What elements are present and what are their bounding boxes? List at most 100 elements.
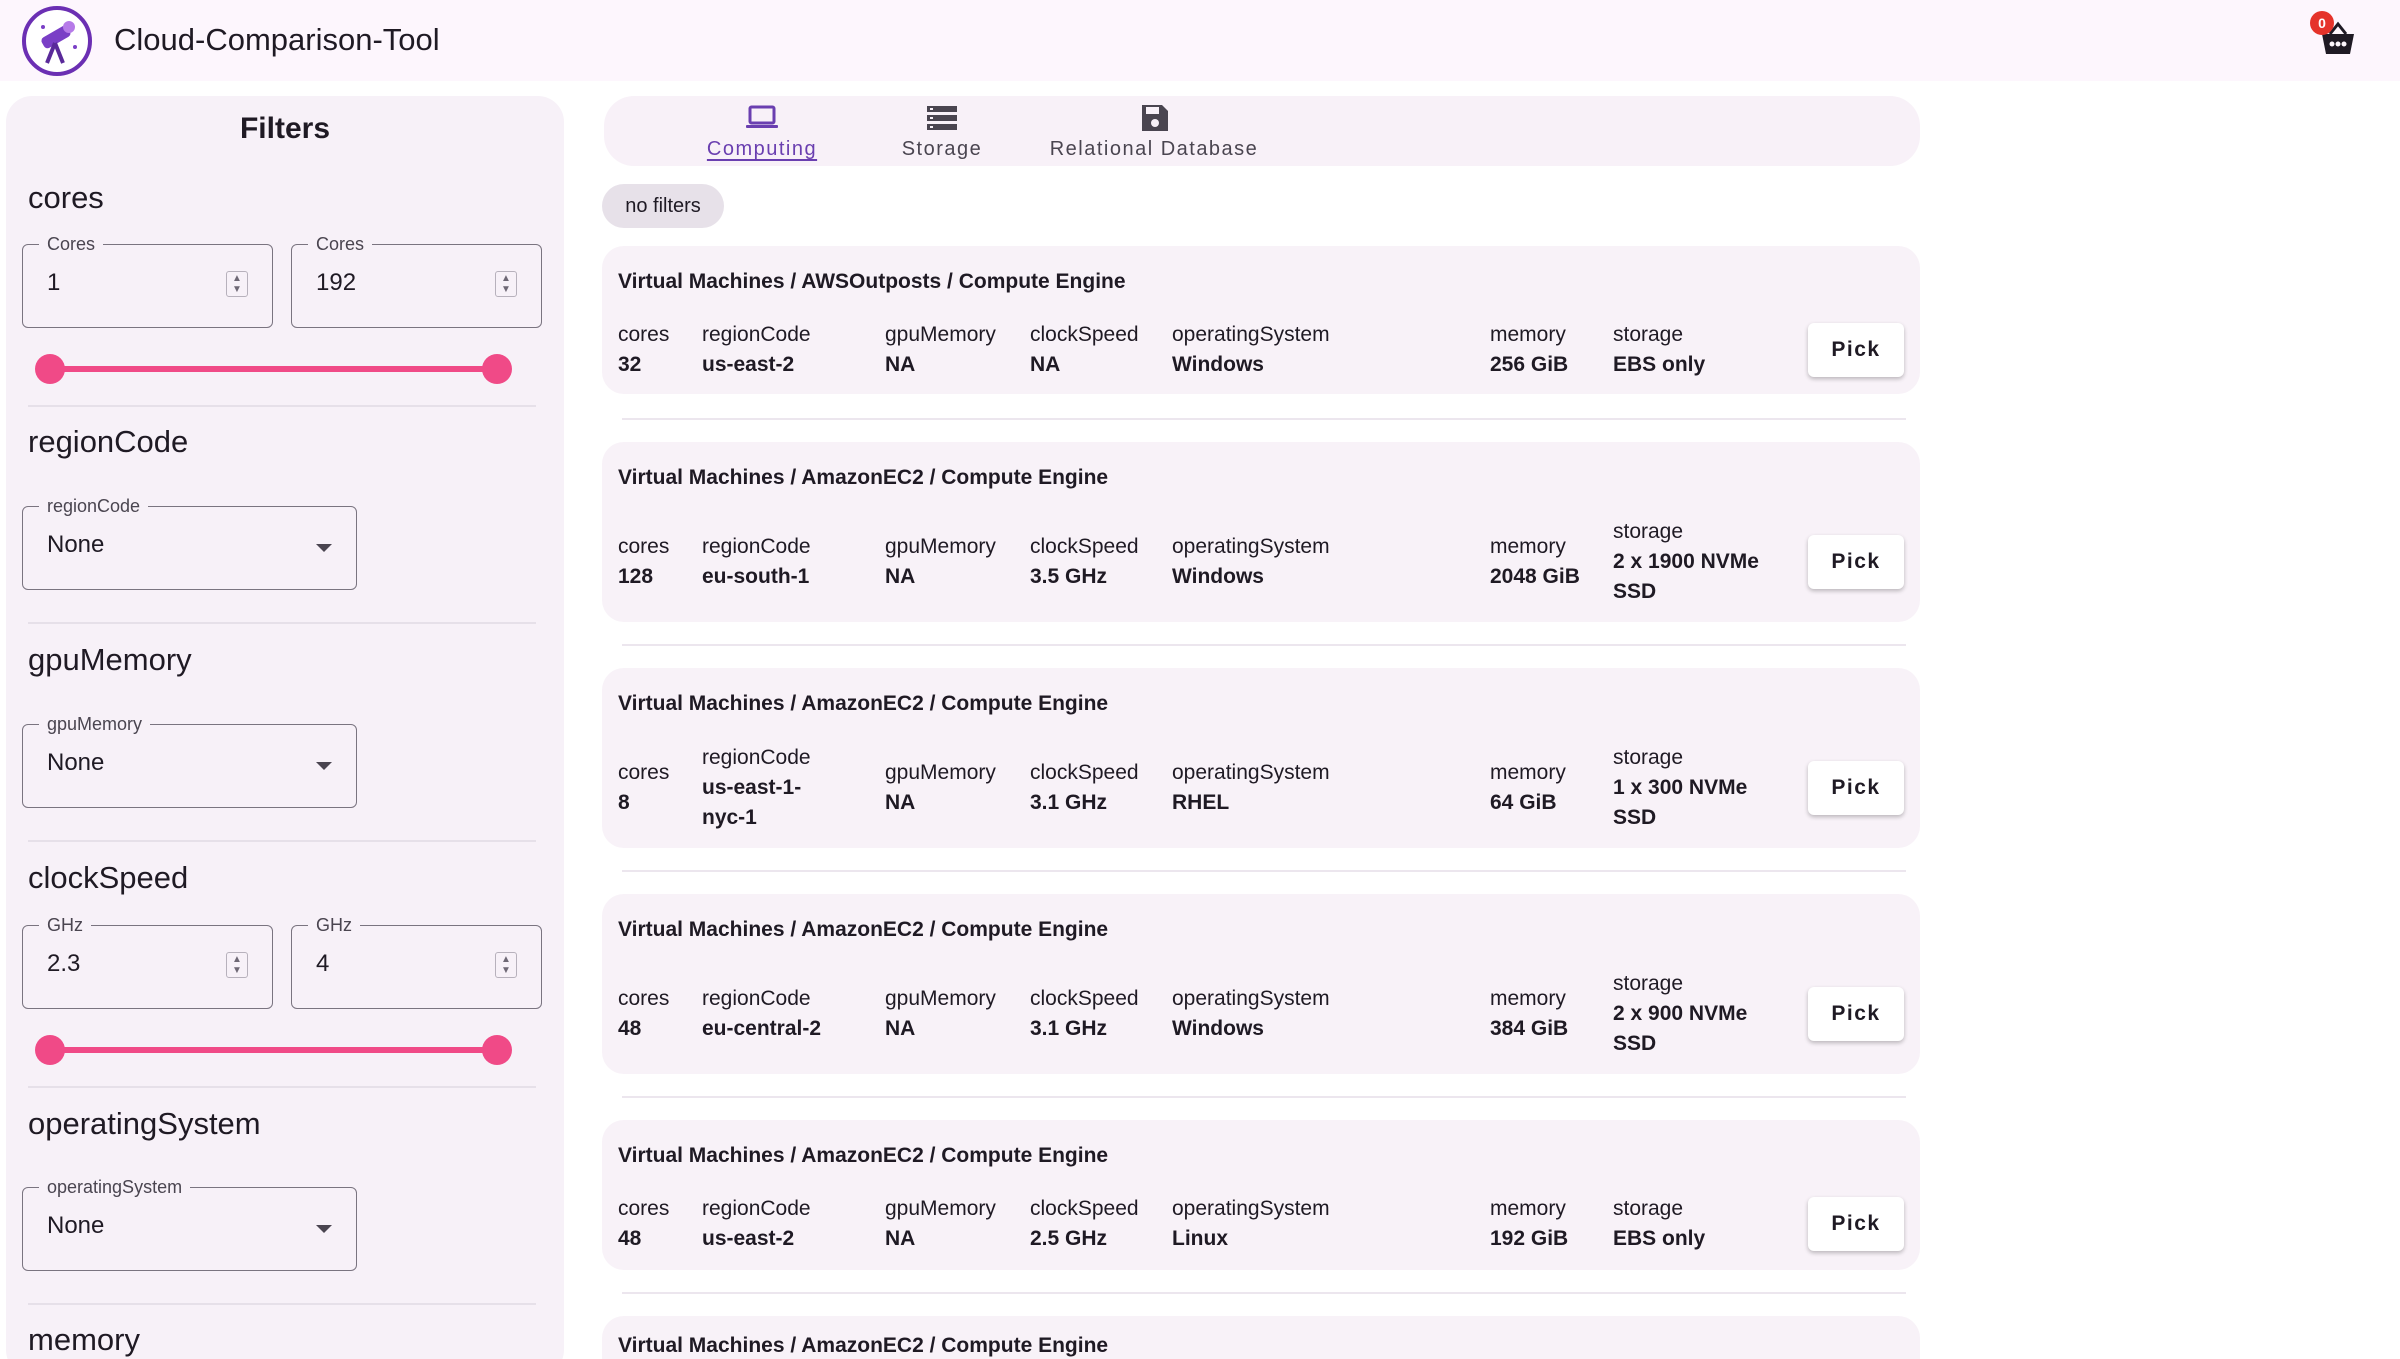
laptop-icon [746,105,778,128]
gpumemory-value: NA [885,565,916,588]
storage-key: storage [1613,520,1684,543]
app-title: Cloud-Comparison-Tool [114,22,440,57]
cores-value: 48 [618,1017,642,1040]
clockspeed-key: clockSpeed [1030,535,1139,558]
app-logo[interactable] [22,6,92,76]
storage-value: SSD [1613,580,1657,603]
memory-key: memory [1490,1197,1566,1220]
storage-value: SSD [1613,806,1657,829]
result-card: Virtual Machines / AmazonEC2 / Compute E… [602,442,1920,622]
storage-key: storage [1613,972,1684,995]
storage-key: storage [1613,1197,1684,1220]
result-card: Virtual Machines / AmazonEC2 / Compute E… [602,1120,1920,1270]
storage-key: storage [1613,323,1684,346]
regioncode-value: us-east-2 [702,1227,795,1250]
cores-column: cores 48 [618,984,669,1044]
clockspeed-column: clockSpeed NA [1030,320,1139,380]
stepper-icon[interactable]: ▲ ▼ [495,952,517,978]
regioncode-key: regionCode [702,746,811,769]
storage-column: storage 2 x 900 NVMe SSD [1613,969,1747,1059]
memory-value: 64 GiB [1490,791,1557,814]
regioncode-select-label: regionCode [39,496,149,517]
operatingsystem-key: operatingSystem [1172,323,1330,346]
regioncode-column: regionCode us-east-2 [702,1194,811,1254]
regioncode-select[interactable]: regionCode None [22,496,357,590]
operatingsystem-value: Windows [1172,1017,1264,1040]
regioncode-value: us-east-1- [702,776,802,799]
telescope-logo-icon [31,15,83,67]
clockspeed-value: NA [1030,353,1061,376]
cores-slider-max-thumb[interactable] [482,354,512,384]
clockspeed-min-label: GHz [39,915,91,936]
gpumemory-value: NA [885,1227,916,1250]
cores-filter-label: cores [28,180,104,215]
divider [622,418,1906,420]
pick-button[interactable]: Pick [1808,535,1904,589]
dropdown-caret-icon [316,762,332,770]
clockspeed-slider-track[interactable] [50,1047,496,1053]
gpumemory-filter-label: gpuMemory [28,642,192,677]
clockspeed-max-label: GHz [308,915,360,936]
clockspeed-max-input[interactable]: GHz 4 ▲ ▼ [291,915,542,1009]
memory-column: memory 64 GiB [1490,758,1566,818]
result-card: Virtual Machines / AmazonEC2 / Compute E… [602,894,1920,1074]
filter-summary-chip[interactable]: no filters [602,184,724,228]
memory-value: 256 GiB [1490,353,1569,376]
clockspeed-value: 3.1 GHz [1030,791,1108,814]
cores-max-input[interactable]: Cores 192 ▲ ▼ [291,234,542,328]
cores-key: cores [618,761,670,784]
tab-relational-database-label: Relational Database [1049,138,1259,160]
operatingsystem-value: Linux [1172,1227,1228,1250]
memory-key: memory [1490,323,1566,346]
cores-slider-track[interactable] [50,366,496,372]
clockspeed-min-input[interactable]: GHz 2.3 ▲ ▼ [22,915,273,1009]
cores-min-value: 1 [47,269,61,296]
memory-key: memory [1490,987,1566,1010]
operatingsystem-key: operatingSystem [1172,761,1330,784]
pick-button[interactable]: Pick [1808,1197,1904,1251]
operatingsystem-key: operatingSystem [1172,987,1330,1010]
clockspeed-slider-max-thumb[interactable] [482,1035,512,1065]
memory-value: 384 GiB [1490,1017,1569,1040]
pick-button[interactable]: Pick [1808,987,1904,1041]
stepper-icon[interactable]: ▲ ▼ [495,271,517,297]
result-title: Virtual Machines / AmazonEC2 / Compute E… [618,918,1109,941]
gpumemory-value: NA [885,1017,916,1040]
storage-column: storage 2 x 1900 NVMe SSD [1613,517,1759,607]
clockspeed-column: clockSpeed 3.1 GHz [1030,758,1139,818]
clockspeed-column: clockSpeed 3.1 GHz [1030,984,1139,1044]
pick-button[interactable]: Pick [1808,761,1904,815]
cores-min-input[interactable]: Cores 1 ▲ ▼ [22,234,273,328]
stepper-icon[interactable]: ▲ ▼ [226,952,248,978]
result-title: Virtual Machines / AWSOutposts / Compute… [618,270,1126,293]
storage-value: EBS only [1613,353,1706,376]
memory-column: memory 2048 GiB [1490,532,1580,592]
pick-button[interactable]: Pick [1808,323,1904,377]
tab-relational-database[interactable]: Relational Database [984,96,1324,166]
cores-value: 48 [618,1227,642,1250]
clockspeed-slider-min-thumb[interactable] [35,1035,65,1065]
result-card: Virtual Machines / AmazonEC2 / Compute E… [602,668,1920,848]
regioncode-column: regionCode us-east-2 [702,320,811,380]
cores-slider-min-thumb[interactable] [35,354,65,384]
floppy-disk-icon [1142,105,1168,131]
cores-key: cores [618,535,670,558]
stepper-icon[interactable]: ▲ ▼ [226,271,248,297]
storage-key: storage [1613,746,1684,769]
operatingsystem-column: operatingSystem Windows [1172,984,1330,1044]
clockspeed-min-value: 2.3 [47,950,81,977]
clockspeed-key: clockSpeed [1030,761,1139,784]
regioncode-key: regionCode [702,1197,811,1220]
gpumemory-value: NA [885,791,916,814]
cart-count-badge: 0 [2310,11,2334,35]
operatingsystem-select[interactable]: operatingSystem None [22,1177,357,1271]
cores-key: cores [618,1197,670,1220]
cores-max-value: 192 [316,269,357,296]
divider [28,622,536,624]
memory-key: memory [1490,761,1566,784]
result-card: Virtual Machines / AmazonEC2 / Compute E… [602,1316,1920,1359]
operatingsystem-value: Windows [1172,565,1264,588]
gpumemory-select[interactable]: gpuMemory None [22,714,357,808]
cores-max-label: Cores [308,234,373,255]
clockspeed-column: clockSpeed 3.5 GHz [1030,532,1139,592]
